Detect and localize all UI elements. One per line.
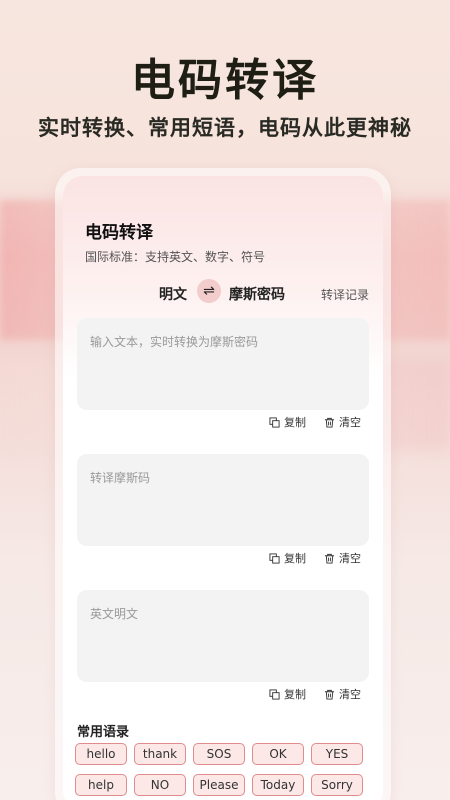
copy-label: 复制 <box>284 552 306 565</box>
app-subtitle: 国际标准：支持英文、数字、符号 <box>85 250 266 264</box>
phrase-chip[interactable]: YES <box>311 743 363 765</box>
phrase-chip[interactable]: OK <box>252 743 304 765</box>
promo-subline: 实时转换、常用短语，电码从此更神秘 <box>38 116 412 140</box>
plaintext-input[interactable]: 输入文本，实时转换为摩斯密码 <box>77 318 369 410</box>
phrase-chip[interactable]: Sorry <box>311 774 363 796</box>
phrase-chip-grid: hello thank SOS OK YES help NO Please To… <box>75 743 375 796</box>
clear-button[interactable]: 清空 <box>324 550 361 566</box>
common-phrases-label: 常用语录 <box>77 725 130 740</box>
target-language-label[interactable]: 摩斯密码 <box>229 284 285 304</box>
trash-icon <box>324 553 335 564</box>
clear-label: 清空 <box>339 416 361 429</box>
input-placeholder: 英文明文 <box>90 607 139 621</box>
phone-frame: 电码转译 国际标准：支持英文、数字、符号 明文 ⇌ 摩斯密码 转译记录 输入文本… <box>55 168 391 800</box>
copy-icon <box>269 688 280 700</box>
box-actions: 复制 清空 <box>269 550 361 566</box>
swap-arrows-icon[interactable]: ⇌ <box>197 279 221 303</box>
clear-button[interactable]: 清空 <box>324 686 361 702</box>
phrase-chip[interactable]: help <box>75 774 127 796</box>
phrase-chip[interactable]: Today <box>252 774 304 796</box>
promo-headline: 电码转译 <box>131 55 319 106</box>
source-language-label[interactable]: 明文 <box>159 284 187 304</box>
box-actions: 复制 清空 <box>269 686 361 702</box>
copy-icon <box>269 552 280 564</box>
clear-label: 清空 <box>339 552 361 565</box>
english-output[interactable]: 英文明文 <box>77 590 369 682</box>
app-title: 电码转译 <box>85 223 153 243</box>
language-switch-row: 明文 ⇌ 摩斯密码 转译记录 <box>63 278 383 306</box>
clear-label: 清空 <box>339 688 361 701</box>
phrase-chip[interactable]: hello <box>75 743 127 765</box>
app-screen: 电码转译 国际标准：支持英文、数字、符号 明文 ⇌ 摩斯密码 转译记录 输入文本… <box>63 176 383 800</box>
trash-icon <box>324 417 335 428</box>
input-placeholder: 输入文本，实时转换为摩斯密码 <box>90 335 259 349</box>
copy-label: 复制 <box>284 688 306 701</box>
phrase-chip[interactable]: SOS <box>193 743 245 765</box>
morse-input[interactable]: 转译摩斯码 <box>77 454 369 546</box>
copy-button[interactable]: 复制 <box>269 686 306 702</box>
copy-icon <box>269 416 280 428</box>
trash-icon <box>324 689 335 700</box>
copy-label: 复制 <box>284 416 306 429</box>
input-placeholder: 转译摩斯码 <box>90 471 151 485</box>
clear-button[interactable]: 清空 <box>324 414 361 430</box>
copy-button[interactable]: 复制 <box>269 414 306 430</box>
box-actions: 复制 清空 <box>269 414 361 430</box>
phrase-chip[interactable]: thank <box>134 743 186 765</box>
copy-button[interactable]: 复制 <box>269 550 306 566</box>
phrase-chip[interactable]: NO <box>134 774 186 796</box>
phrase-chip[interactable]: Please <box>193 774 245 796</box>
history-link[interactable]: 转译记录 <box>321 286 369 303</box>
